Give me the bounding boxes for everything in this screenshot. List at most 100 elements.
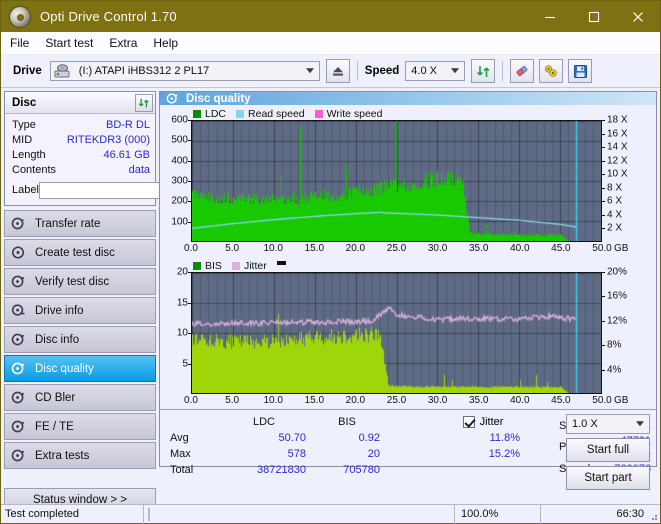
bis-jitter-axis: 4% 8% 12% 16% 20% bbox=[602, 267, 644, 394]
content-area: Disc quality LDC Read speed Write speed bbox=[159, 88, 660, 490]
axis-tick-label: 12% bbox=[607, 315, 628, 327]
sidebar-item-fe-te[interactable]: FE / TE bbox=[4, 413, 156, 440]
menu-item-extra[interactable]: Extra bbox=[109, 36, 137, 50]
menu-item-start-test[interactable]: Start test bbox=[45, 36, 93, 50]
stats-col-bis: BIS bbox=[338, 416, 356, 428]
test-speed-select[interactable]: 1.0 X bbox=[566, 414, 650, 434]
save-button[interactable] bbox=[568, 59, 593, 83]
sidebar-item-label: Verify test disc bbox=[35, 275, 110, 288]
disc-icon bbox=[9, 5, 31, 28]
disc-value-contents: data bbox=[128, 163, 150, 176]
axis-tick bbox=[602, 147, 605, 149]
elapsed-time: 66:30 bbox=[540, 504, 660, 524]
bis-chart-legend: BIS Jitter bbox=[160, 259, 656, 272]
disc-panel-header: Disc bbox=[5, 92, 155, 114]
charts-container: LDC Read speed Write speed 100 200 300 400 5… bbox=[160, 105, 656, 409]
drive-value: (I:) ATAPI iHBS312 2 PL17 bbox=[78, 65, 210, 77]
start-full-button[interactable]: Start full bbox=[566, 438, 650, 462]
axis-tick-label: 20.0 bbox=[345, 243, 366, 254]
app-window: Opti Drive Control 1.70 File Start test … bbox=[0, 0, 661, 524]
speed-select[interactable]: 4.0 X bbox=[405, 61, 466, 81]
bis-plot-area[interactable] bbox=[191, 272, 602, 394]
sidebar-item-extra-tests[interactable]: Extra tests bbox=[4, 442, 156, 469]
menu-item-file[interactable]: File bbox=[10, 36, 29, 50]
disc-info-panel: Disc Type BD-R DL MID RITEKDR3 (000) Len… bbox=[4, 91, 242, 206]
axis-tick-label: 20 bbox=[176, 266, 188, 278]
refresh-icon bbox=[476, 65, 490, 77]
axis-tick-label: 45.0 bbox=[551, 243, 571, 254]
axis-tick-label: 10 X bbox=[607, 168, 628, 180]
stats-max-bis: 20 bbox=[367, 448, 380, 460]
progress-percent: 100.0% bbox=[454, 504, 540, 524]
minimize-icon[interactable] bbox=[528, 1, 572, 32]
legend-swatch-read-speed bbox=[236, 109, 245, 118]
sidebar-item-label: Disc info bbox=[35, 333, 80, 346]
axis-tick-label: 15.0 bbox=[304, 395, 325, 406]
stats-max-jitter: 15.2% bbox=[488, 448, 520, 460]
disc-row-contents: Contents data bbox=[12, 162, 150, 177]
disc-info-icon bbox=[11, 333, 25, 346]
axis-tick-label: 10.0 bbox=[263, 243, 283, 254]
legend-swatch-bis bbox=[193, 261, 201, 270]
stats-max-ldc: 578 bbox=[287, 448, 306, 460]
ldc-chart: LDC Read speed Write speed 100 200 300 400 5… bbox=[160, 107, 656, 257]
stats-key-avg: Avg bbox=[170, 432, 189, 444]
stats-key-total: Total bbox=[170, 464, 194, 476]
axis-tick-label: 40.0 bbox=[510, 395, 530, 406]
tools-button[interactable] bbox=[539, 59, 564, 83]
stats-table: LDC BIS Jitter Avg 50.70 0.92 11.8% Max … bbox=[166, 414, 524, 478]
toolbar-separator bbox=[356, 61, 358, 81]
maximize-icon[interactable] bbox=[572, 1, 616, 32]
drive-icon bbox=[54, 64, 70, 78]
jitter-checkbox[interactable] bbox=[462, 416, 475, 428]
refresh-button[interactable] bbox=[471, 59, 496, 83]
close-icon[interactable] bbox=[616, 1, 660, 32]
axis-tick-label: 12 X bbox=[607, 155, 628, 167]
erase-button[interactable] bbox=[510, 59, 535, 83]
drive-select[interactable]: (I:) ATAPI iHBS312 2 PL17 bbox=[49, 61, 320, 81]
sidebar-item-disc-info[interactable]: Disc info bbox=[4, 326, 156, 353]
sidebar-item-create-test-disc[interactable]: Create test disc bbox=[4, 239, 156, 266]
table-row: Avg 50.70 0.92 11.8% bbox=[166, 430, 524, 446]
axis-tick-label: 15 bbox=[176, 297, 188, 308]
sidebar-item-transfer-rate[interactable]: Transfer rate bbox=[4, 210, 156, 237]
axis-tick bbox=[602, 369, 605, 371]
axis-tick-label: 5.0 bbox=[225, 395, 240, 406]
sidebar-item-disc-quality[interactable]: Disc quality bbox=[4, 355, 156, 382]
resize-grip-icon[interactable] bbox=[648, 511, 658, 521]
black-rect-marker-icon bbox=[276, 260, 286, 265]
disc-row-length: Length 46.61 GB bbox=[12, 147, 150, 162]
axis-tick-label: 100 bbox=[171, 216, 188, 228]
axis-tick-label: 5.0 bbox=[225, 243, 240, 254]
axis-unit-label: GB bbox=[614, 243, 629, 254]
sidebar-item-drive-info[interactable]: Drive info bbox=[4, 297, 156, 324]
cd-bler-icon bbox=[11, 391, 25, 404]
start-part-button[interactable]: Start part bbox=[566, 466, 650, 490]
refresh-icon bbox=[138, 98, 149, 107]
menu-item-help[interactable]: Help bbox=[153, 36, 178, 50]
sidebar-item-verify-test-disc[interactable]: Verify test disc bbox=[4, 268, 156, 295]
axis-unit-label: GB bbox=[614, 395, 629, 406]
toolbar-separator-2 bbox=[502, 61, 504, 81]
disc-value-length: 46.61 GB bbox=[103, 148, 150, 161]
axis-tick-label: 16% bbox=[607, 290, 628, 302]
drive-label: Drive bbox=[13, 65, 42, 77]
axis-tick-label: 0.0 bbox=[184, 243, 198, 254]
axis-tick-label: 200 bbox=[171, 195, 188, 207]
axis-tick-label: 400 bbox=[171, 155, 188, 167]
ldc-y-axis: 100 200 300 400 500 600 bbox=[160, 115, 191, 242]
panel-header: Disc quality bbox=[160, 92, 656, 105]
disc-refresh-button[interactable] bbox=[135, 93, 153, 112]
disc-properties: Type BD-R DL MID RITEKDR3 (000) Length 4… bbox=[5, 114, 242, 205]
sidebar-item-cd-bler[interactable]: CD Bler bbox=[4, 384, 156, 411]
axis-tick bbox=[602, 345, 605, 347]
ldc-plot-area[interactable] bbox=[191, 120, 602, 242]
tools-icon bbox=[545, 65, 558, 77]
axis-tick-label: 18 X bbox=[607, 114, 628, 126]
axis-tick-label: 25.0 bbox=[386, 243, 407, 254]
axis-tick-label: 10 bbox=[176, 327, 188, 339]
legend-label-bis: BIS bbox=[205, 259, 222, 272]
bis-x-axis: 0.0 5.0 10.0 15.0 20.0 25.0 30.0 35.0 40.0 45.0 50… bbox=[184, 394, 656, 409]
disc-value-mid: RITEKDR3 (000) bbox=[66, 133, 150, 146]
eject-button[interactable] bbox=[325, 59, 350, 83]
